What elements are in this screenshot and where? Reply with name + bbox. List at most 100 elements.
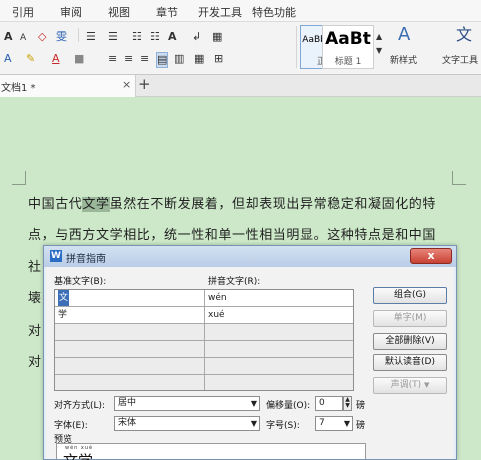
chevron-down-icon: ▼ xyxy=(250,399,257,408)
paragraph-mark-icon[interactable]: ↲ xyxy=(192,30,201,44)
menu-view[interactable]: 视图 xyxy=(108,4,130,20)
ruby-text-field-empty xyxy=(205,324,353,341)
margin-corner-mark xyxy=(452,171,466,185)
preview-text: 文学 xyxy=(63,450,93,460)
paragraph-line-3: 社 xyxy=(28,260,42,275)
text-run: 中国古代 xyxy=(28,197,83,212)
selected-text: 文学 xyxy=(82,197,110,212)
phonetic-guide-icon[interactable]: 雯 xyxy=(56,30,67,44)
menu-references[interactable]: 引用 xyxy=(12,4,34,20)
style-name: 标题 1 xyxy=(334,57,362,67)
clear-format-icon[interactable]: ◇ xyxy=(38,30,46,44)
dialog-body: 基准文字(B): 拼音文字(R): 文 wén 学 xué 组合(G) 单字(M… xyxy=(46,267,454,460)
new-tab-icon[interactable]: + xyxy=(138,75,151,93)
menu-section[interactable]: 章节 xyxy=(156,4,178,20)
font-label: 字体(E): xyxy=(54,421,88,431)
style-sample: AaBt xyxy=(325,29,371,49)
text-tool-icon[interactable]: 文 xyxy=(456,27,472,43)
align-left-icon[interactable]: ≡ xyxy=(108,52,117,66)
phonetic-grid: 文 wén 学 xué xyxy=(54,289,354,391)
group-button[interactable]: 组合(G) xyxy=(373,287,447,304)
dialog-titlebar[interactable]: W 拼音指南 x xyxy=(44,246,456,267)
text-tool-button[interactable]: 文字工具 xyxy=(442,54,478,68)
default-reading-button[interactable]: 默认读音(D) xyxy=(373,354,447,371)
document-tab-title: 文档1 * xyxy=(1,83,36,94)
ribbon: 引用 审阅 视图 章节 开发工具 特色功能 A A ◇ 雯 ☰ ☰ ☷ ☷ A … xyxy=(0,0,481,75)
justify-icon[interactable]: ▤ xyxy=(156,52,169,68)
divider xyxy=(78,28,79,42)
chevron-down-icon: ▼ xyxy=(343,419,350,428)
font-color-icon[interactable]: A xyxy=(52,52,60,66)
paragraph-line-2: 点，与西方文学相比，统一性和单一性相当明显。这种特点是和中国 xyxy=(28,228,437,243)
size-select[interactable]: 7 ▼ xyxy=(315,416,353,431)
document-tab[interactable]: 文档1 * × xyxy=(0,75,136,97)
size-unit: 磅 xyxy=(356,421,366,431)
alignment-select[interactable]: 居中 ▼ xyxy=(114,396,260,411)
menu-review[interactable]: 审阅 xyxy=(60,4,82,20)
paragraph-line-4: 壊 xyxy=(28,291,42,306)
change-case-icon[interactable]: A xyxy=(168,30,177,44)
base-text-field-empty xyxy=(55,358,205,375)
paragraph-line-6: 对 xyxy=(28,355,42,370)
selected-char: 文 xyxy=(58,290,70,306)
base-text-field-empty xyxy=(55,324,205,341)
app-logo-icon: W xyxy=(50,250,62,262)
divider xyxy=(296,26,297,68)
numbering-icon[interactable]: ☰ xyxy=(108,30,118,44)
decrease-indent-icon[interactable]: ☷ xyxy=(132,30,142,44)
highlight-icon[interactable]: ✎ xyxy=(26,52,35,66)
table-grid-icon[interactable]: ▦ xyxy=(212,30,222,44)
offset-input[interactable]: 0 xyxy=(315,396,343,411)
menu-special-features[interactable]: 特色功能 xyxy=(252,4,296,20)
single-char-button[interactable]: 单字(M) xyxy=(373,310,447,327)
font-grow-icon[interactable]: A xyxy=(4,30,13,44)
line-spacing-icon[interactable]: ▦ xyxy=(194,52,204,66)
ruby-text-field[interactable]: xué xyxy=(205,307,353,324)
bullets-icon[interactable]: ☰ xyxy=(86,30,96,44)
increase-indent-icon[interactable]: ☷ xyxy=(150,30,160,44)
align-right-icon[interactable]: ≡ xyxy=(140,52,149,66)
base-text-field[interactable]: 文 xyxy=(55,290,205,307)
ruby-text-label: 拼音文字(R): xyxy=(208,277,261,287)
size-label: 字号(S): xyxy=(266,421,300,431)
base-text-label: 基准文字(B): xyxy=(54,277,107,287)
dialog-title: 拼音指南 xyxy=(66,254,106,265)
borders-icon[interactable]: ⊞ xyxy=(214,52,223,66)
paragraph-line-1: 中国古代文学虽然在不断发展着，但却表现出异常稳定和凝固化的特 xyxy=(28,193,436,212)
menu-bar: 引用 审阅 视图 章节 开发工具 特色功能 xyxy=(0,0,481,22)
chevron-down-icon: ▼ xyxy=(250,419,257,428)
close-dialog-button[interactable]: x xyxy=(410,248,452,264)
new-style-icon[interactable]: A xyxy=(398,26,410,44)
size-value: 7 xyxy=(319,418,325,428)
base-text-field-empty xyxy=(55,341,205,358)
text-effect-icon[interactable]: A xyxy=(4,52,12,66)
alignment-label: 对齐方式(L): xyxy=(54,401,106,411)
margin-corner-mark xyxy=(12,171,26,185)
base-text-field-empty xyxy=(55,375,205,390)
offset-stepper[interactable]: ▲ ▼ xyxy=(343,396,352,411)
font-select[interactable]: 宋体 ▼ xyxy=(114,416,260,431)
preview-box: wén xué 文学 xyxy=(56,443,366,460)
distribute-icon[interactable]: ▥ xyxy=(174,52,184,66)
alignment-value: 居中 xyxy=(118,398,137,408)
style-heading-1[interactable]: AaBt 标题 1 xyxy=(322,25,374,69)
font-shrink-icon[interactable]: A xyxy=(20,31,26,45)
align-center-icon[interactable]: ≡ xyxy=(124,52,133,66)
tone-button[interactable]: 声调(T) ▼ xyxy=(373,377,447,394)
menu-developer-tools[interactable]: 开发工具 xyxy=(198,4,242,20)
chevron-down-icon: ▼ xyxy=(424,381,430,389)
tone-button-label: 声调(T) xyxy=(390,380,422,390)
new-style-button[interactable]: 新样式 xyxy=(390,54,417,68)
base-text-field[interactable]: 学 xyxy=(55,307,205,324)
clear-all-button[interactable]: 全部删除(V) xyxy=(373,333,447,350)
gallery-scroll-icon[interactable]: ▲ ▼ xyxy=(376,30,382,58)
close-tab-icon[interactable]: × xyxy=(122,78,131,91)
ruby-text-field-empty xyxy=(205,375,353,390)
document-tab-bar: 文档1 * × + xyxy=(0,75,481,97)
char-shading-icon[interactable]: ■ xyxy=(74,52,84,66)
ruby-text-field[interactable]: wén xyxy=(205,290,353,307)
ruby-text-field-empty xyxy=(205,358,353,375)
font-value: 宋体 xyxy=(118,418,137,428)
paragraph-line-5: 对 xyxy=(28,324,42,339)
phonetic-guide-dialog: W 拼音指南 x 基准文字(B): 拼音文字(R): 文 wén 学 xué 组… xyxy=(43,245,457,460)
